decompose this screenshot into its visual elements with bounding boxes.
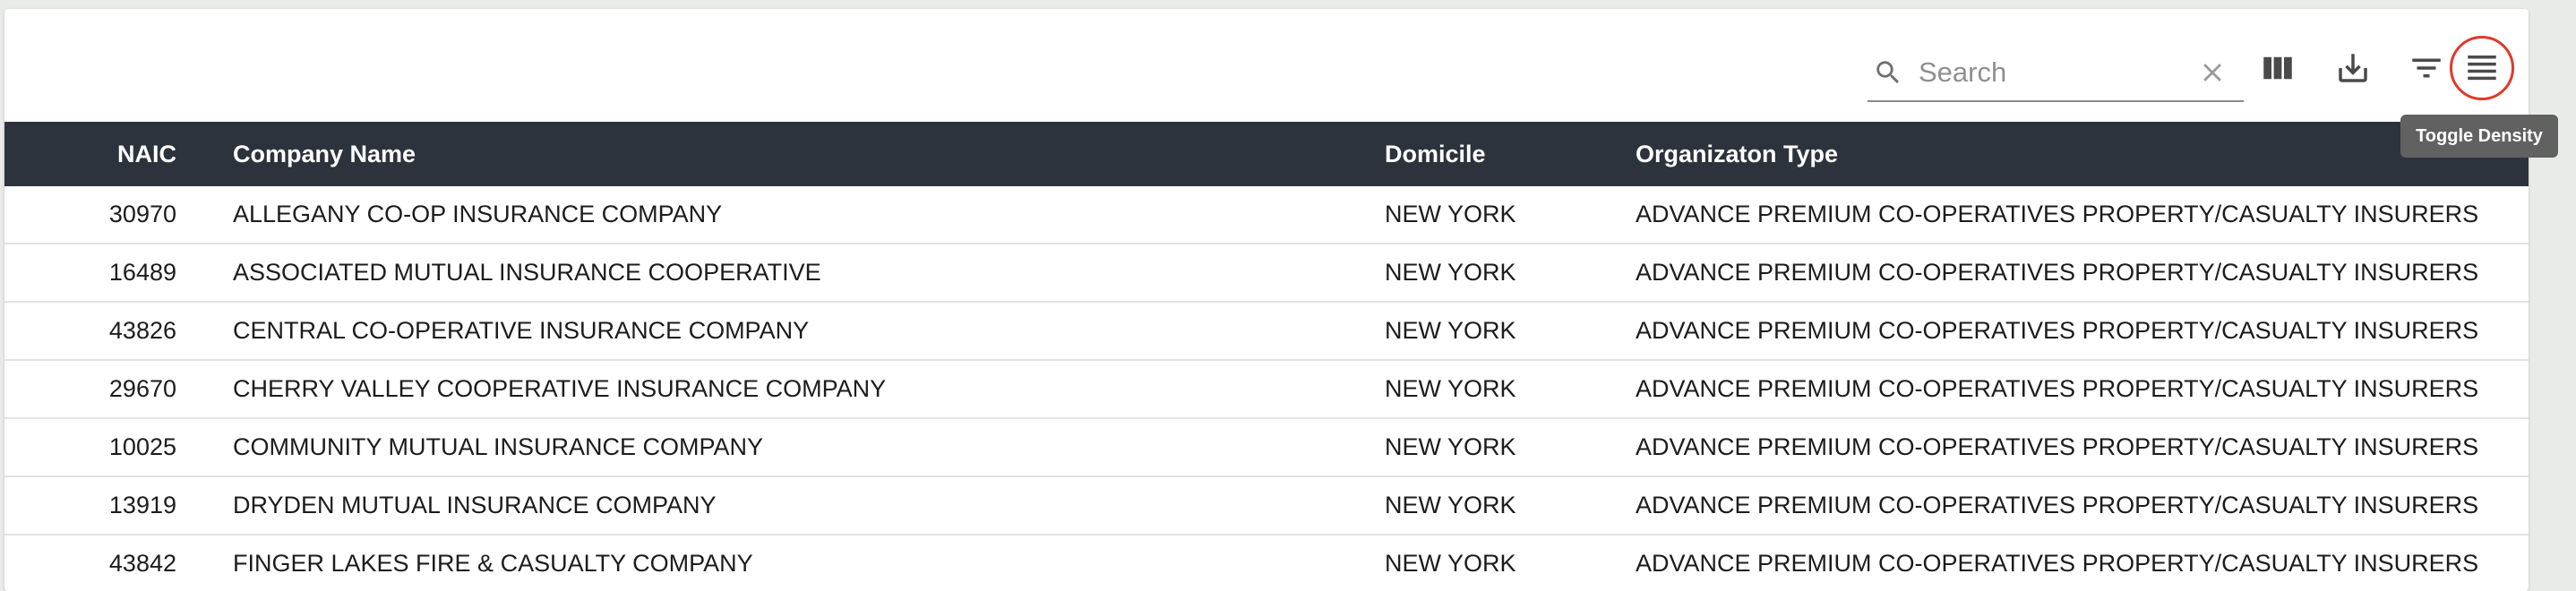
table-row[interactable]: 30970 ALLEGANY CO-OP INSURANCE COMPANY NEW… xyxy=(4,186,2529,244)
cell-company-name: COMMUNITY MUTUAL INSURANCE COMPANY xyxy=(233,433,764,460)
cell-naic: 29670 xyxy=(108,375,176,402)
cell-naic: 13919 xyxy=(108,492,176,518)
cell-company-name: ASSOCIATED MUTUAL INSURANCE COOPERATIVE xyxy=(233,259,821,286)
data-table: NAIC Company Name Domicile Organizaton T… xyxy=(4,122,2529,591)
filter-button[interactable] xyxy=(2401,43,2451,93)
search-input[interactable] xyxy=(1917,52,2189,93)
table-row[interactable]: 43842 FINGER LAKES FIRE & CASUALTY COMPAN… xyxy=(4,535,2529,591)
cell-domicile: NEW YORK xyxy=(1385,433,1516,460)
cell-naic: 30970 xyxy=(108,201,176,227)
density-icon xyxy=(2468,56,2496,81)
table-body: 30970 ALLEGANY CO-OP INSURANCE COMPANY NEW… xyxy=(4,186,2529,591)
cell-company-name: CHERRY VALLEY COOPERATIVE INSURANCE COMP… xyxy=(233,375,887,402)
tooltip: Toggle Density xyxy=(2400,115,2558,158)
cell-organization-type: ADVANCE PREMIUM CO-OPERATIVES PROPERTY/C… xyxy=(1636,259,2479,286)
table-toolbar xyxy=(4,9,2529,122)
cell-organization-type: ADVANCE PREMIUM CO-OPERATIVES PROPERTY/C… xyxy=(1636,492,2479,518)
cell-domicile: NEW YORK xyxy=(1385,201,1516,227)
clear-icon[interactable] xyxy=(2197,57,2228,88)
download-icon xyxy=(2339,54,2367,82)
cell-company-name: DRYDEN MUTUAL INSURANCE COMPANY xyxy=(233,492,717,518)
cell-domicile: NEW YORK xyxy=(1385,550,1516,577)
cell-domicile: NEW YORK xyxy=(1385,259,1516,286)
table-row[interactable]: 10025 COMMUNITY MUTUAL INSURANCE COMPANY N… xyxy=(4,419,2529,477)
table-row[interactable]: 16489 ASSOCIATED MUTUAL INSURANCE COOPERA… xyxy=(4,244,2529,303)
view-columns-icon xyxy=(2263,56,2292,80)
cell-organization-type: ADVANCE PREMIUM CO-OPERATIVES PROPERTY/C… xyxy=(1636,317,2479,344)
view-columns-button[interactable] xyxy=(2253,43,2303,93)
cell-company-name: ALLEGANY CO-OP INSURANCE COMPANY xyxy=(233,201,723,227)
cell-organization-type: ADVANCE PREMIUM CO-OPERATIVES PROPERTY/C… xyxy=(1636,375,2479,402)
cell-organization-type: ADVANCE PREMIUM CO-OPERATIVES PROPERTY/C… xyxy=(1636,550,2479,577)
column-header-naic[interactable]: NAIC xyxy=(4,122,176,186)
column-header-organization-type[interactable]: Organizaton Type xyxy=(1636,122,2513,186)
table-row[interactable]: 13919 DRYDEN MUTUAL INSURANCE COMPANY NEW … xyxy=(4,477,2529,535)
column-header-domicile[interactable]: Domicile xyxy=(1385,122,1618,186)
search-icon xyxy=(1876,61,1900,84)
cell-naic: 10025 xyxy=(108,433,176,460)
cell-naic: 43842 xyxy=(108,550,176,577)
column-header-company-name[interactable]: Company Name xyxy=(233,122,1352,186)
table-header-row: NAIC Company Name Domicile Organizaton T… xyxy=(4,122,2529,186)
download-button[interactable] xyxy=(2328,43,2378,93)
cell-company-name: FINGER LAKES FIRE & CASUALTY COMPANY xyxy=(233,550,753,577)
cell-domicile: NEW YORK xyxy=(1385,317,1516,344)
data-table-card: NAIC Company Name Domicile Organizaton T… xyxy=(4,9,2529,591)
cell-naic: 16489 xyxy=(108,259,176,286)
cell-organization-type: ADVANCE PREMIUM CO-OPERATIVES PROPERTY/C… xyxy=(1636,201,2479,227)
cell-company-name: CENTRAL CO-OPERATIVE INSURANCE COMPANY xyxy=(233,317,810,344)
cell-domicile: NEW YORK xyxy=(1385,375,1516,402)
cell-naic: 43826 xyxy=(108,317,176,344)
search-box xyxy=(1868,45,2244,102)
table-row[interactable]: 43826 CENTRAL CO-OPERATIVE INSURANCE COMP… xyxy=(4,303,2529,361)
filter-list-icon xyxy=(2412,58,2441,78)
toggle-density-button[interactable] xyxy=(2457,43,2507,93)
cell-domicile: NEW YORK xyxy=(1385,492,1516,518)
table-row[interactable]: 29670 CHERRY VALLEY COOPERATIVE INSURANCE… xyxy=(4,361,2529,419)
cell-organization-type: ADVANCE PREMIUM CO-OPERATIVES PROPERTY/C… xyxy=(1636,433,2479,460)
